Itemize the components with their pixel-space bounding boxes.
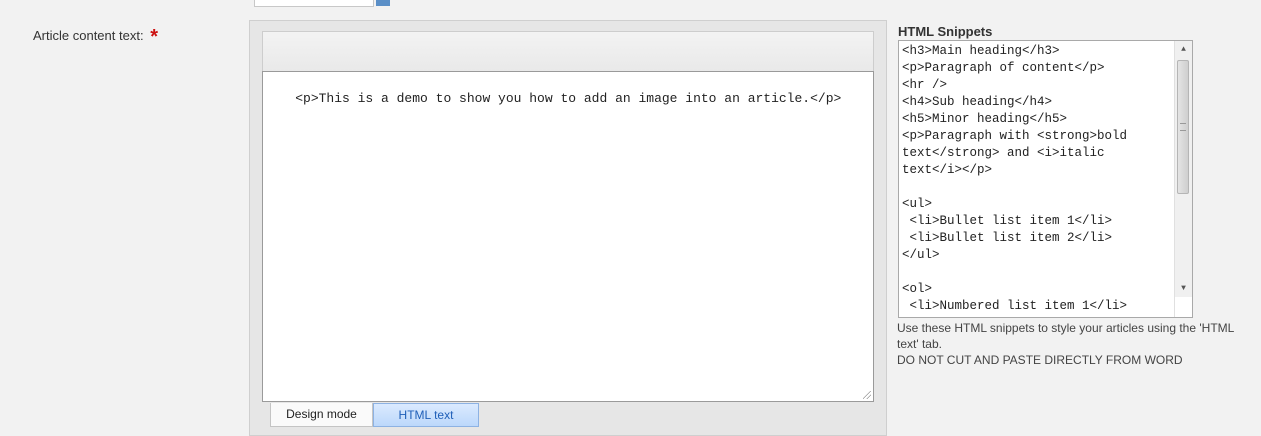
snippets-help-text: Use these HTML snippets to style your ar… — [897, 320, 1257, 368]
resize-corner-icon[interactable] — [1175, 297, 1192, 317]
previous-field-input[interactable] — [254, 0, 374, 7]
snippets-content: <h3>Main heading</h3> <p>Paragraph of co… — [902, 44, 1128, 313]
scroll-down-arrow-icon[interactable]: ▼ — [1175, 280, 1192, 297]
previous-field-button[interactable] — [376, 0, 390, 6]
resize-handle-icon[interactable] — [863, 391, 871, 399]
grip-icon — [1180, 123, 1186, 131]
article-content-label: Article content text: * — [33, 23, 158, 48]
scroll-up-arrow-icon[interactable]: ▲ — [1175, 41, 1192, 58]
snippets-scrollbar[interactable]: ▲ ▼ — [1174, 41, 1192, 317]
label-text: Article content text: — [33, 28, 144, 43]
rich-text-editor: <p>This is a demo to show you how to add… — [249, 20, 887, 436]
html-text-area[interactable]: <p>This is a demo to show you how to add… — [262, 71, 874, 402]
help-line-usage: Use these HTML snippets to style your ar… — [897, 321, 1234, 351]
scroll-thumb[interactable] — [1177, 60, 1189, 194]
snippets-title: HTML Snippets — [898, 24, 993, 39]
tab-design-mode[interactable]: Design mode — [270, 403, 373, 427]
help-line-warning: DO NOT CUT AND PASTE DIRECTLY FROM WORD — [897, 353, 1183, 367]
editor-toolbar — [262, 31, 874, 71]
html-text-content: <p>This is a demo to show you how to add… — [295, 91, 842, 106]
required-icon: * — [150, 26, 158, 48]
snippets-textarea[interactable]: <h3>Main heading</h3> <p>Paragraph of co… — [898, 40, 1193, 318]
tab-html-text[interactable]: HTML text — [373, 403, 479, 427]
